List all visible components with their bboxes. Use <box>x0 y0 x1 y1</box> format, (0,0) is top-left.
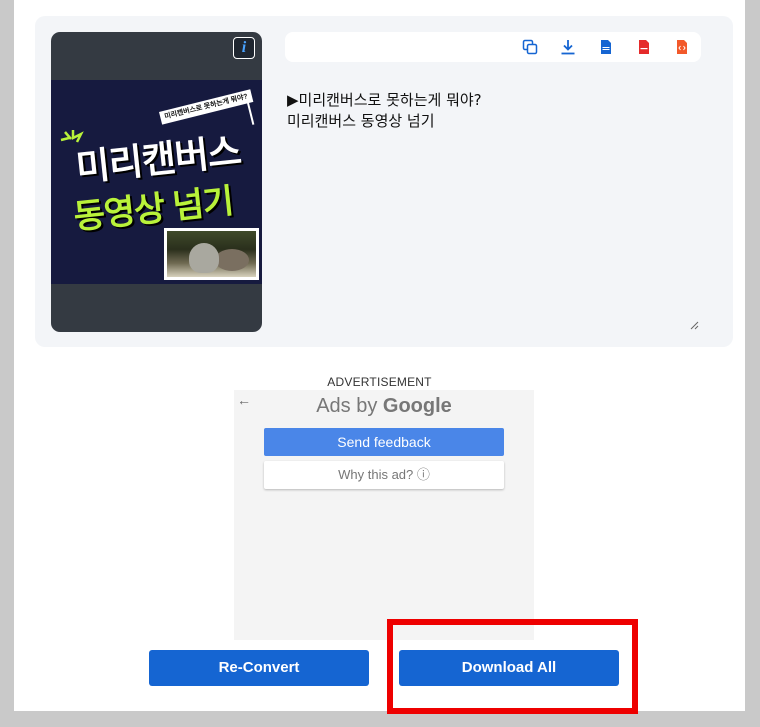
thumbnail-ribbon-text: 미리캔버스로 못하는게 뭐야? <box>159 89 254 125</box>
squirrel-photo <box>164 228 259 280</box>
send-feedback-button[interactable]: Send feedback <box>264 428 504 456</box>
thumbnail-image: 미리캔버스로 못하는게 뭐야? 미리캔버스 동영상 넘기 <box>51 80 262 284</box>
squirrel-body <box>189 243 219 273</box>
resize-handle-icon[interactable] <box>689 320 699 330</box>
squirrel-tail <box>215 249 249 271</box>
reconvert-button[interactable]: Re-Convert <box>149 650 369 686</box>
download-all-button[interactable]: Download All <box>399 650 619 686</box>
doc-icon[interactable] <box>598 39 614 55</box>
advertisement-label: ADVERTISEMENT <box>327 375 432 389</box>
ad-panel: ← Ads by Google Send feedback Why this a… <box>234 390 534 640</box>
transcript-textarea[interactable]: ▶미리캔버스로 못하는게 뭐야? 미리캔버스 동영상 넘기 <box>287 90 697 320</box>
page: i 미리캔버스로 못하는게 뭐야? 미리캔버스 동영상 넘기 ▶미리캔버스로 못… <box>14 0 745 711</box>
thumbnail-panel: i 미리캔버스로 못하는게 뭐야? 미리캔버스 동영상 넘기 <box>51 32 262 332</box>
pdf-icon[interactable] <box>636 39 652 55</box>
copy-icon[interactable] <box>522 39 538 55</box>
result-card: i 미리캔버스로 못하는게 뭐야? 미리캔버스 동영상 넘기 ▶미리캔버스로 못… <box>35 16 733 347</box>
download-icon[interactable] <box>560 39 576 55</box>
ads-by-prefix: Ads by <box>316 395 383 417</box>
info-icon[interactable]: i <box>233 37 255 59</box>
text-editor-panel: ▶미리캔버스로 못하는게 뭐야? 미리캔버스 동영상 넘기 <box>285 32 701 332</box>
html-code-icon[interactable] <box>674 39 690 55</box>
ads-by-google: Ads by Google <box>234 395 534 418</box>
ads-by-brand: Google <box>382 395 452 417</box>
editor-toolbar <box>285 32 701 62</box>
why-this-ad-button[interactable]: Why this ad? ⓘ <box>264 461 504 489</box>
